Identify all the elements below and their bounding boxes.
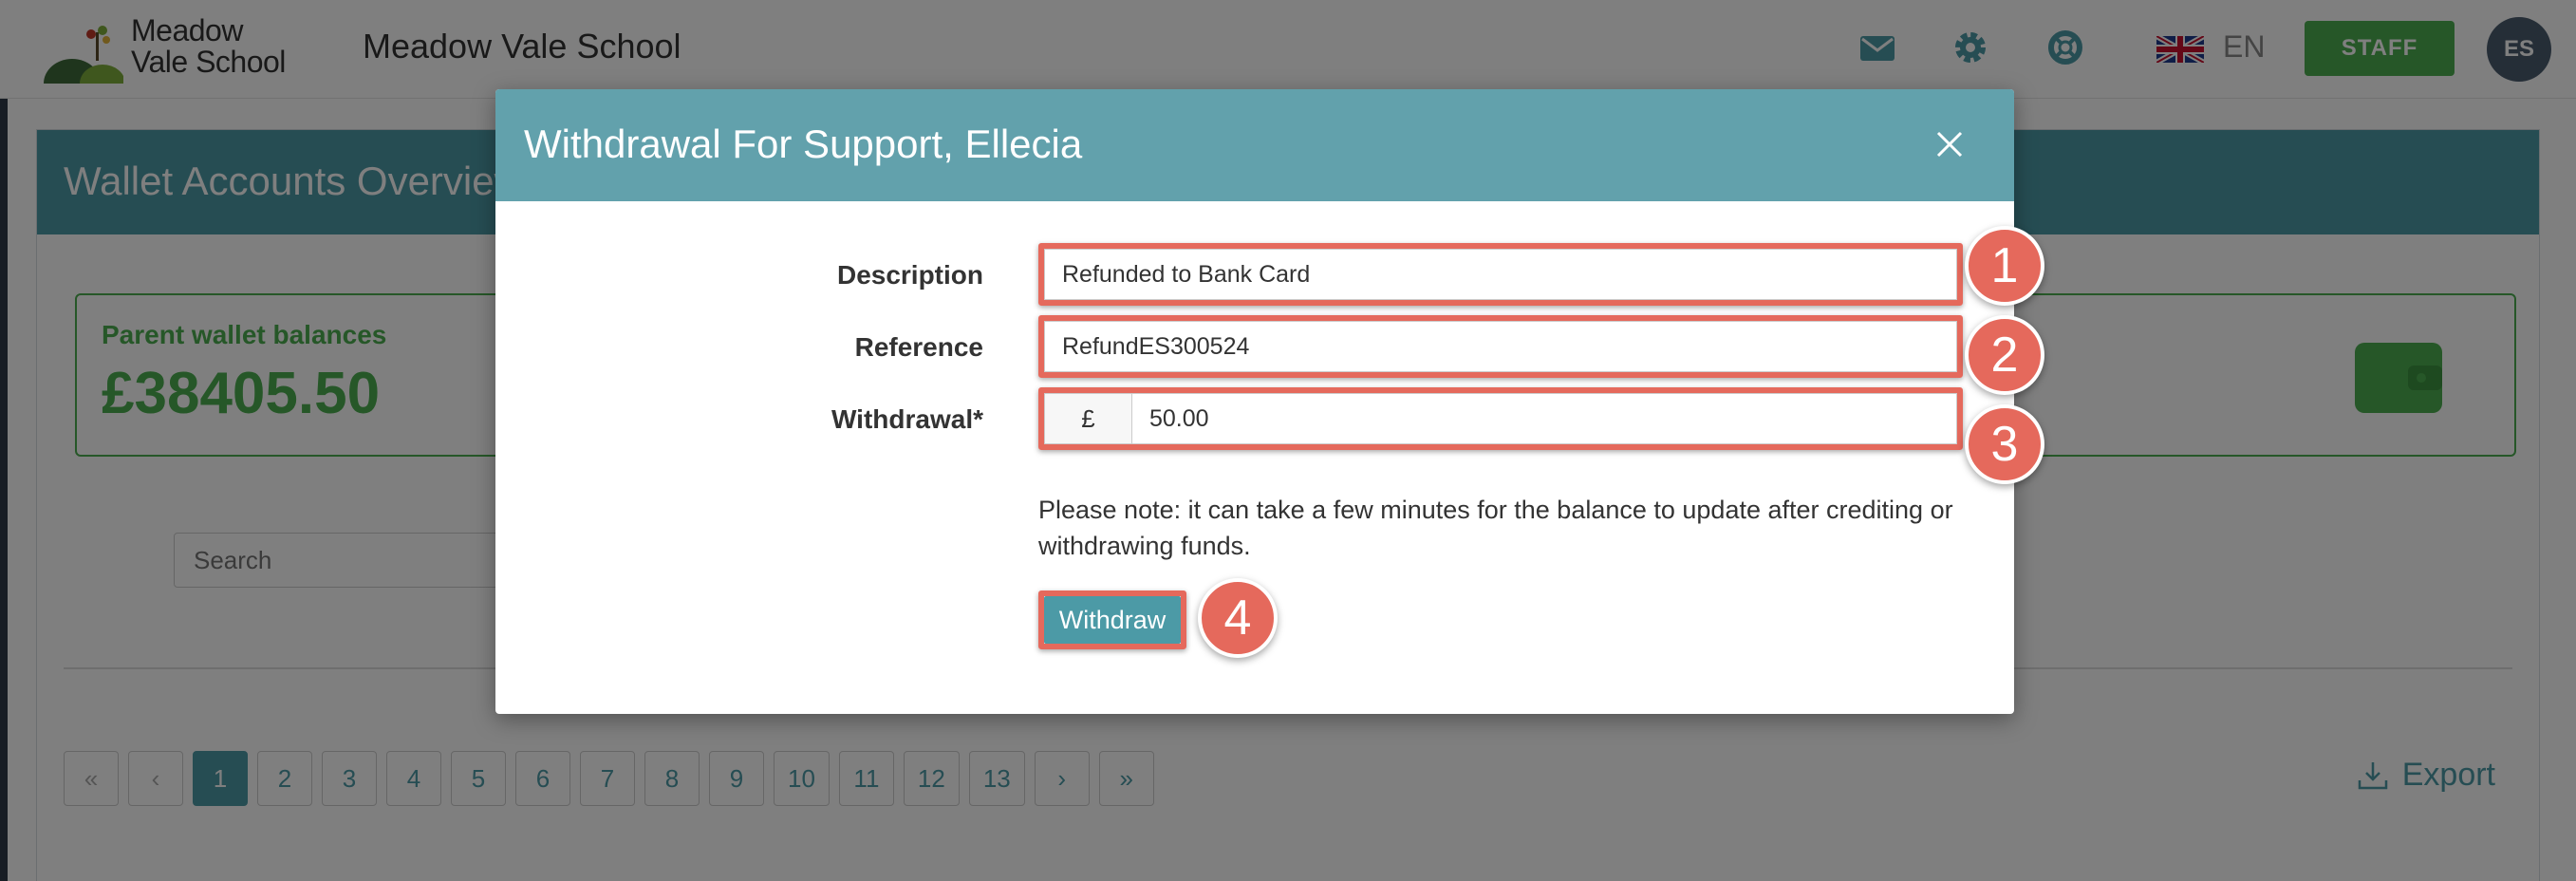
annotation-badge-2: 2 xyxy=(1965,315,2044,395)
close-icon[interactable] xyxy=(1931,125,1969,163)
annotation-badge-4: 4 xyxy=(1198,578,1278,658)
highlight-withdrawal xyxy=(1038,387,1963,450)
withdrawal-label: Withdrawal* xyxy=(831,404,983,434)
processing-note: Please note: it can take a few minutes f… xyxy=(1038,496,1953,560)
highlight-withdraw-button xyxy=(1038,590,1186,649)
annotation-badge-1: 1 xyxy=(1965,226,2044,306)
modal-header: Withdrawal For Support, Ellecia xyxy=(495,89,2014,201)
annotation-badge-3: 3 xyxy=(1965,404,2044,484)
modal-title: Withdrawal For Support, Ellecia xyxy=(524,122,1083,166)
description-label: Description xyxy=(836,260,983,290)
reference-label: Reference xyxy=(854,332,983,362)
highlight-reference xyxy=(1038,315,1963,378)
highlight-description xyxy=(1038,243,1963,306)
